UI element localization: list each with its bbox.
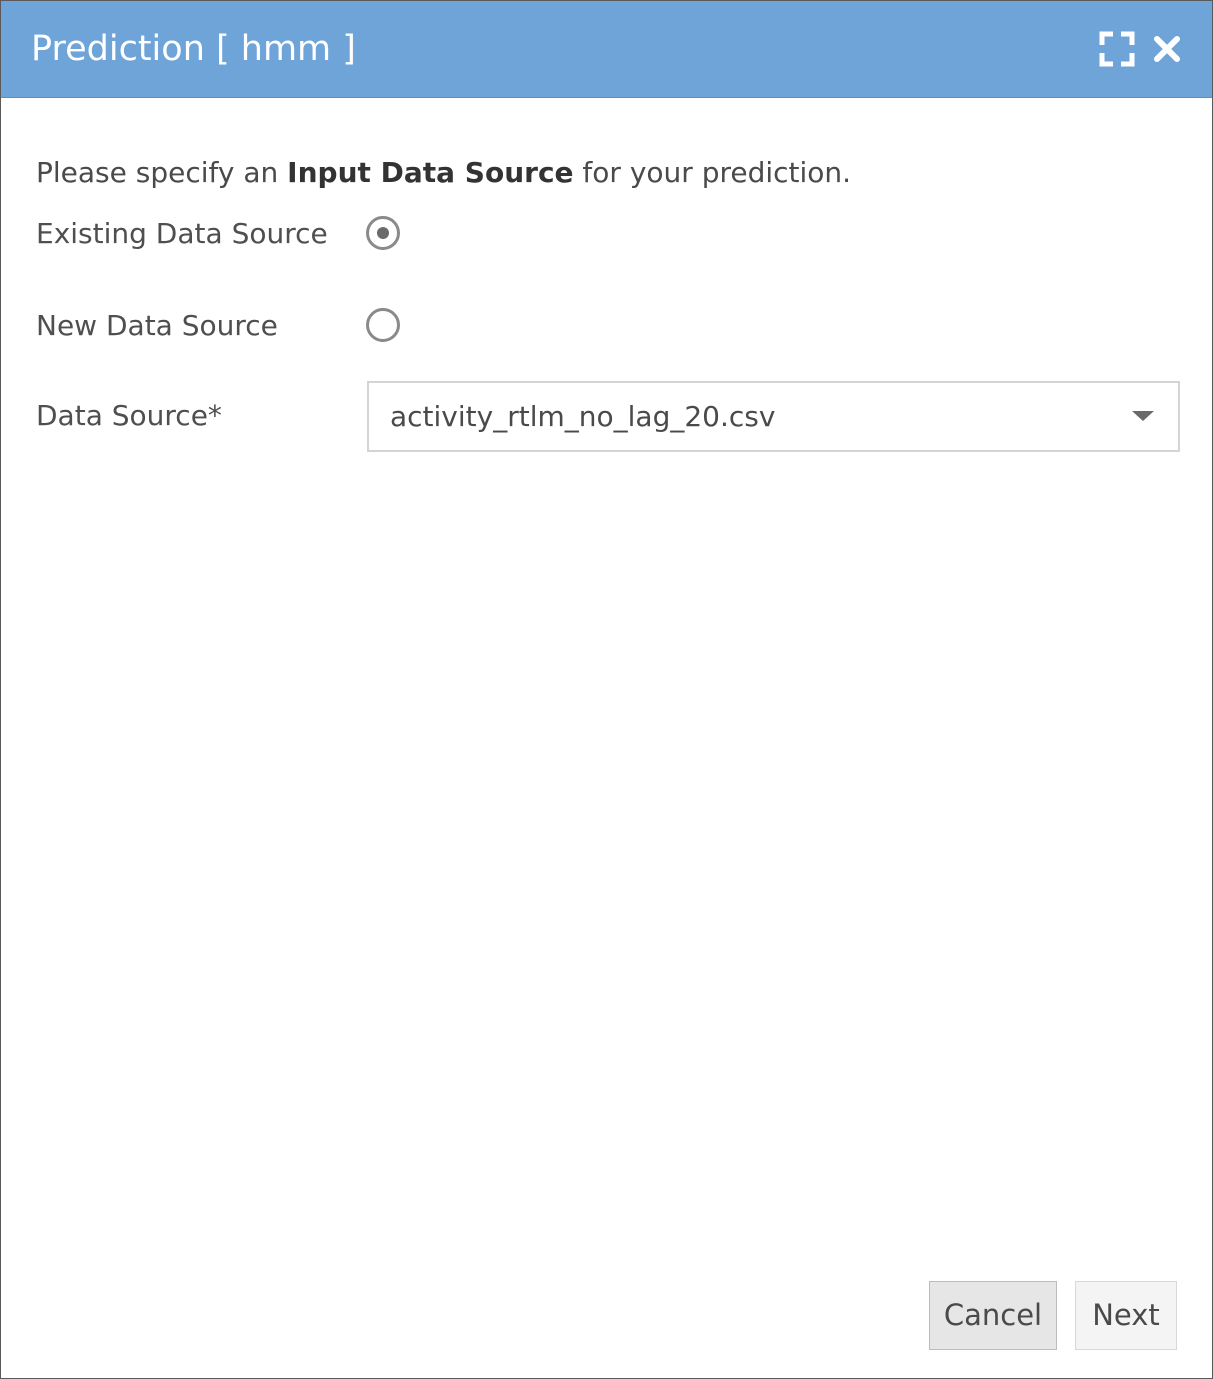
instruction-text: Please specify an Input Data Source for … <box>36 151 851 195</box>
cancel-button[interactable]: Cancel <box>929 1281 1057 1350</box>
data-source-field-label: Data Source* <box>36 399 222 432</box>
close-button[interactable] <box>1149 31 1185 67</box>
next-button[interactable]: Next <box>1075 1281 1177 1350</box>
close-icon <box>1154 36 1180 62</box>
new-data-source-radio[interactable] <box>366 308 400 342</box>
instruction-text-emphasis: Input Data Source <box>287 156 574 189</box>
existing-data-source-label: Existing Data Source <box>36 217 328 250</box>
instruction-text-end: for your prediction. <box>573 156 852 189</box>
prediction-dialog: Prediction [ hmm ] Please specify an Inp… <box>0 0 1213 1379</box>
data-source-select[interactable]: activity_rtlm_no_lag_20.csv <box>367 381 1180 452</box>
instruction-text-start: Please specify an <box>36 156 288 189</box>
maximize-button[interactable] <box>1099 31 1135 67</box>
new-data-source-label: New Data Source <box>36 309 278 342</box>
chevron-down-icon <box>1132 411 1154 421</box>
existing-data-source-radio[interactable] <box>366 216 400 250</box>
data-source-selected-value: activity_rtlm_no_lag_20.csv <box>390 400 776 433</box>
dialog-title: Prediction [ hmm ] <box>31 29 356 69</box>
maximize-icon <box>1099 31 1135 67</box>
dialog-titlebar: Prediction [ hmm ] <box>1 1 1212 98</box>
radio-selected-dot <box>377 227 389 239</box>
